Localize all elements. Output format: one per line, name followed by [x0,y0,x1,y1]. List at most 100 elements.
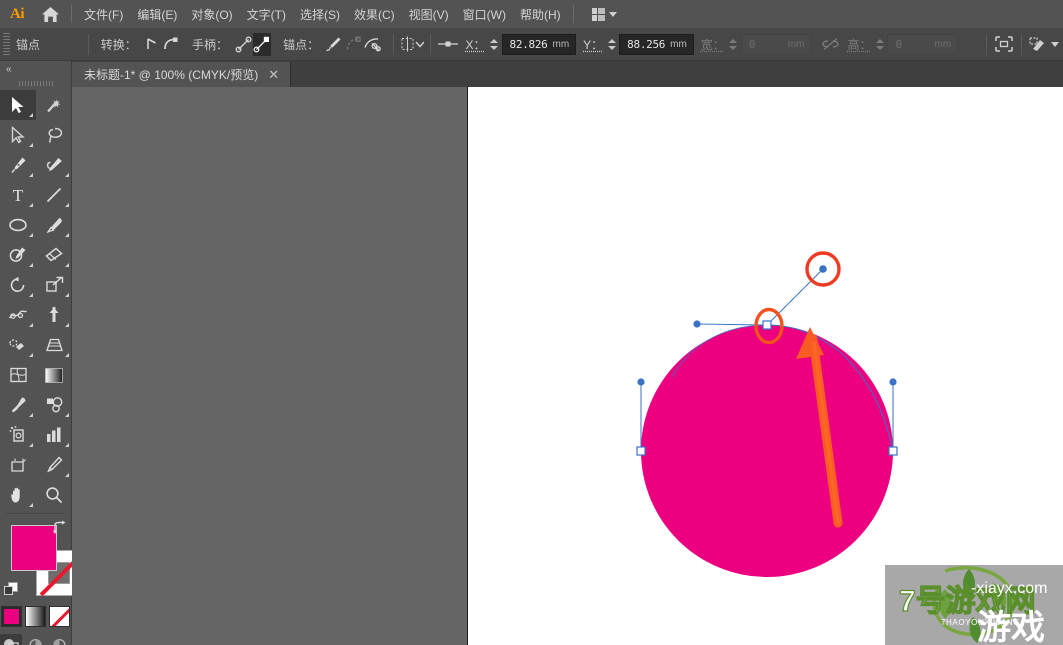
tool-flyout-indicator [29,233,33,237]
chevron-down-icon-2 [1051,41,1060,47]
cb-sep-1 [87,33,89,55]
tool-type[interactable]: T [0,180,36,210]
connect-anchor-icon[interactable] [344,33,363,56]
gradient-mode-button[interactable] [25,606,46,627]
default-fill-stroke-icon[interactable] [4,582,19,597]
tool-flyout-indicator [29,113,33,117]
tool-rotate[interactable] [0,270,36,300]
tool-flyout-indicator [29,293,33,297]
cut-path-at-anchor-icon[interactable] [362,33,381,56]
align-to-selection-icon[interactable] [400,33,424,56]
tool-flyout-indicator [65,203,69,207]
menu-divider [71,5,72,23]
tool-flyout-indicator [65,353,69,357]
document-tab[interactable]: 未标题-1* @ 100% (CMYK/预览) ✕ [72,62,292,87]
pink-circle-shape [641,325,893,577]
draw-behind-button[interactable] [24,634,46,645]
show-handles-icon[interactable] [234,33,253,56]
menu-object[interactable]: 对象(O) [184,2,239,27]
tool-gradient[interactable] [36,360,72,390]
tool-eyedropper[interactable] [0,390,36,420]
tool-eraser[interactable] [36,240,72,270]
none-mode-button[interactable] [49,606,70,627]
x-value: 82.826 [509,37,548,51]
tool-line-segment[interactable] [36,180,72,210]
tool-column-graph[interactable] [36,420,72,450]
tool-scale[interactable] [36,270,72,300]
y-field[interactable]: 88.256 mm [619,33,694,55]
tool-width[interactable] [0,300,36,330]
convert-to-corner-icon[interactable] [143,33,162,56]
tool-paintbrush[interactable] [36,210,72,240]
link-broken-icon[interactable] [821,33,840,56]
control-bar: 锚点 转换： 手柄： 锚点： X： 82.826 mm Y： 88.256 mm… [0,28,1063,61]
tool-mesh[interactable] [0,360,36,390]
tool-free-transform[interactable] [36,300,72,330]
home-icon[interactable] [34,0,66,28]
x-unit: mm [552,38,570,50]
toolbar-grip[interactable] [0,77,71,90]
menu-select[interactable]: 选择(S) [293,2,347,27]
menu-view[interactable]: 视图(V) [402,2,456,27]
convert-label: 转换： [100,37,137,52]
x-label: X： [465,37,486,52]
collapse-toolbar-button[interactable]: « [0,61,71,77]
tool-symbol-sprayer[interactable] [0,420,36,450]
draw-mode-row [0,634,71,645]
control-bar-grip[interactable] [3,33,10,55]
transform-origin-icon[interactable] [437,33,459,56]
document-tab-bar: 未标题-1* @ 100% (CMYK/预览) ✕ [0,61,1063,87]
handle-top-right-dot [819,265,827,273]
cb-sep-4 [986,33,987,55]
tool-hand[interactable] [0,480,36,510]
x-field[interactable]: 82.826 mm [501,33,577,55]
tool-ellipse[interactable] [0,210,36,240]
tool-pen[interactable] [0,150,36,180]
menu-window[interactable]: 窗口(W) [456,2,513,27]
tool-perspective-grid[interactable] [36,330,72,360]
tool-artboard[interactable] [0,450,36,480]
convert-to-smooth-icon[interactable] [161,33,180,56]
draw-normal-button[interactable] [0,634,23,645]
workspace-grid-icon [591,7,605,21]
x-stepper[interactable] [489,34,501,55]
y-value: 88.256 [627,37,666,51]
isolate-selected-icon[interactable] [993,33,1015,56]
close-icon[interactable]: ✕ [266,68,281,81]
width-field: 0 mm [740,33,812,55]
canvas-area[interactable]: Baidu jingyan 7号游戏网 7HAOYO [72,87,1063,645]
tool-shaper[interactable] [0,240,36,270]
width-value: 0 [748,37,756,51]
menu-effect[interactable]: 效果(C) [347,2,402,27]
draw-inside-button[interactable] [49,634,71,645]
menu-type[interactable]: 文字(T) [240,2,293,27]
tool-flyout-indicator [65,173,69,177]
tool-flyout-indicator [29,503,33,507]
tool-lasso[interactable] [36,120,72,150]
menu-file[interactable]: 文件(F) [77,2,130,27]
control-bar-chevron-icon[interactable] [1048,33,1063,56]
tool-zoom[interactable] [36,480,72,510]
artwork-layer[interactable] [72,87,1063,645]
app-logo: Ai [10,5,25,22]
tool-shape-builder[interactable] [0,330,36,360]
tool-slice[interactable] [36,450,72,480]
tool-direct-selection[interactable] [0,120,36,150]
menu-bar: Ai 文件(F) 编辑(E) 对象(O) 文字(T) 选择(S) 效果(C) 视… [0,0,1063,28]
tool-magic-wand[interactable] [36,90,72,120]
menu-help[interactable]: 帮助(H) [513,2,568,27]
tool-blend[interactable] [36,390,72,420]
tool-flyout-indicator [29,263,33,267]
color-mode-button[interactable] [1,606,22,627]
y-stepper[interactable] [606,34,618,55]
tool-selection[interactable] [0,90,36,120]
hide-handles-icon[interactable] [252,32,272,56]
tool-curvature[interactable] [36,150,72,180]
menu-edit[interactable]: 编辑(E) [130,2,184,27]
more-options-icon[interactable] [1027,33,1047,56]
width-label: 宽： [700,37,725,52]
swap-fill-stroke-icon[interactable] [51,520,67,536]
workspace-switcher[interactable] [587,5,622,24]
tools-panel: « T [0,61,82,645]
remove-anchor-icon[interactable] [325,33,344,56]
